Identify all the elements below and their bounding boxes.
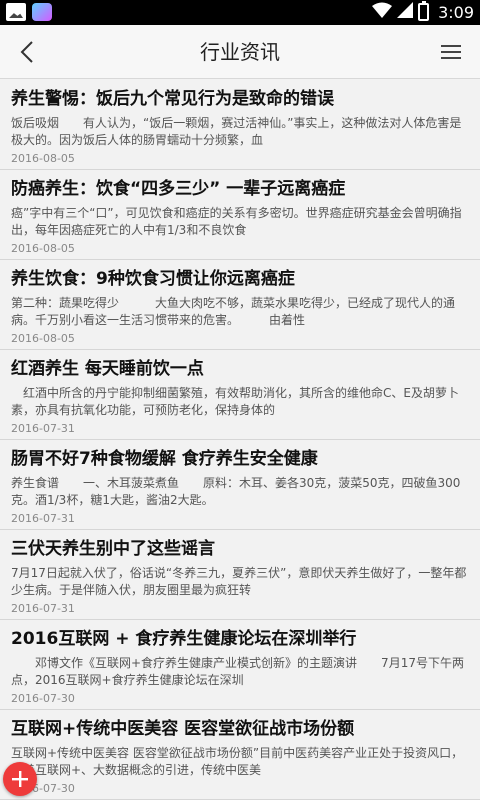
- article-list: 养生警惕：饭后九个常见行为是致命的错误 饭后吸烟 有人认为，“饭后一颗烟，赛过活…: [0, 80, 480, 800]
- article-summary: 养生食谱 一、木耳菠菜煮鱼 原料：木耳、姜各30克，菠菜50克，四破鱼300克。…: [11, 476, 461, 507]
- article-date: 2016-07-30: [11, 692, 75, 705]
- article-date: 2016-08-05: [11, 242, 75, 255]
- article-date: 2016-08-05: [11, 332, 75, 345]
- article-summary: 饭后吸烟 有人认为，“饭后一颗烟，赛过活神仙。”事实上，这种做法对人体危害是极大…: [11, 116, 462, 147]
- article-title: 2016互联网 + 食疗养生健康论坛在深圳举行: [11, 629, 357, 649]
- article-item[interactable]: 肠胃不好7种食物缓解 食疗养生安全健康 养生食谱 一、木耳菠菜煮鱼 原料：木耳、…: [0, 440, 480, 530]
- article-date: 2016-07-30: [11, 782, 75, 795]
- back-button[interactable]: [8, 33, 46, 71]
- article-summary: 癌”字中有三个“口”，可见饮食和癌症的关系有多密切。世界癌症研究基金会曾明确指出…: [11, 206, 462, 237]
- status-time: 3:09: [438, 2, 474, 22]
- article-item[interactable]: 养生警惕：饭后九个常见行为是致命的错误 饭后吸烟 有人认为，“饭后一颗烟，赛过活…: [0, 80, 480, 170]
- app-bar: 行业资讯: [0, 25, 480, 79]
- battery-icon: [418, 1, 430, 21]
- article-title: 养生饮食：9种饮食习惯让你远离癌症: [11, 269, 295, 289]
- app-notification-icon: [32, 3, 52, 21]
- image-notification-icon: [6, 3, 26, 21]
- article-date: 2016-07-31: [11, 512, 75, 525]
- article-title: 养生警惕：饭后九个常见行为是致命的错误: [11, 89, 334, 109]
- article-summary: 红酒中所含的丹宁能抑制细菌繁殖，有效帮助消化，其所含的维他命C、E及胡萝卜素，亦…: [11, 386, 459, 417]
- article-item[interactable]: 互联网+传统中医美容 医容堂欲征战市场份额 互联网+传统中医美容 医容堂欲征战市…: [0, 710, 480, 800]
- signal-icon: [397, 2, 414, 22]
- article-date: 2016-07-31: [11, 422, 75, 435]
- plus-icon: [12, 771, 28, 787]
- hamburger-menu-icon: [441, 45, 461, 59]
- article-date: 2016-07-31: [11, 602, 75, 615]
- article-title: 三伏天养生别中了这些谣言: [11, 539, 215, 559]
- article-summary: 邓博文作《互联网+食疗养生健康产业模式创新》的主题演讲 7月17号下午两点，20…: [11, 656, 464, 687]
- article-summary: 7月17日起就入伏了，俗话说“冬养三九，夏养三伏”，意即伏天养生做好了，一整年都…: [11, 566, 467, 597]
- article-item[interactable]: 三伏天养生别中了这些谣言 7月17日起就入伏了，俗话说“冬养三九，夏养三伏”，意…: [0, 530, 480, 620]
- article-title: 红酒养生 每天睡前饮一点: [11, 359, 204, 379]
- back-arrow-icon: [20, 41, 33, 63]
- article-title: 肠胃不好7种食物缓解 食疗养生安全健康: [11, 449, 318, 469]
- article-title: 互联网+传统中医美容 医容堂欲征战市场份额: [11, 719, 355, 739]
- wifi-icon: [372, 2, 393, 22]
- page-title: 行业资讯: [200, 40, 280, 64]
- status-bar: 3:09: [0, 0, 480, 25]
- article-item[interactable]: 2016互联网 + 食疗养生健康论坛在深圳举行 邓博文作《互联网+食疗养生健康产…: [0, 620, 480, 710]
- article-summary: 互联网+传统中医美容 医容堂欲征战市场份额”目前中医药美容产业正处于投资风口，随…: [11, 746, 464, 777]
- article-item[interactable]: 防癌养生：饮食“四多三少” 一辈子远离癌症 癌”字中有三个“口”，可见饮食和癌症…: [0, 170, 480, 260]
- article-date: 2016-08-05: [11, 152, 75, 165]
- add-button[interactable]: [3, 762, 37, 796]
- article-item[interactable]: 养生饮食：9种饮食习惯让你远离癌症 第二种：蔬果吃得少 大鱼大肉吃不够，蔬菜水果…: [0, 260, 480, 350]
- article-title: 防癌养生：饮食“四多三少” 一辈子远离癌症: [11, 179, 346, 199]
- article-summary: 第二种：蔬果吃得少 大鱼大肉吃不够，蔬菜水果吃得少，已经成了现代人的通病。千万别…: [11, 296, 456, 327]
- article-item[interactable]: 红酒养生 每天睡前饮一点 红酒中所含的丹宁能抑制细菌繁殖，有效帮助消化，其所含的…: [0, 350, 480, 440]
- menu-button[interactable]: [432, 33, 470, 71]
